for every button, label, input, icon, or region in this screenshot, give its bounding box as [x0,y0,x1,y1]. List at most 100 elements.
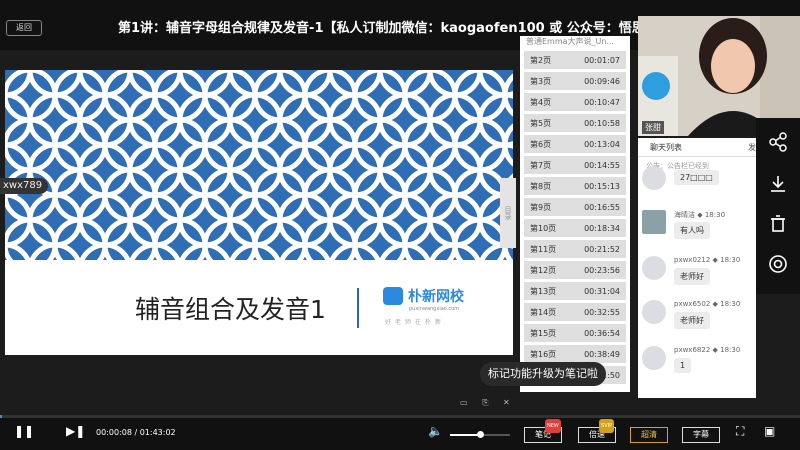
page-list-item[interactable]: 第10页 00:18:34 [524,219,626,237]
page-list-item[interactable]: 第5页 00:10:58 [524,114,626,132]
feature-tooltip: 标记功能升级为笔记啦 [480,362,606,386]
page-list-item[interactable]: 第13页 00:31:04 [524,282,626,300]
delete-icon[interactable] [768,214,788,234]
page-label: 第7页 [530,160,552,170]
video-title: 第1讲：辅音字母组合规律及发音-1【私人订制加微信：kaogaofen100 或… [118,21,708,36]
next-icon[interactable]: ▶❚ [66,424,85,438]
page-label: 第15页 [530,328,557,338]
page-list-item[interactable]: 第2页 00:01:07 [524,51,626,69]
subtitle-button[interactable]: 字幕 [682,427,720,443]
chat-username: pxwx6822 [674,346,711,354]
apple-icon: ◆ [710,346,721,354]
slide-divider [357,288,359,328]
page-label: 第9页 [530,202,552,212]
page-time: 00:10:47 [584,97,620,107]
apple-icon: ◆ [695,211,705,219]
page-list-item[interactable]: 第11页 00:21:52 [524,240,626,258]
current-time: 00:00:08 [96,428,132,437]
page-list-item[interactable]: 第12页 00:23:56 [524,261,626,279]
chat-text: 老师好 [674,268,710,285]
avatar [642,166,666,190]
side-toolbar [756,118,800,294]
logo-url: puxinwangxiao.com [409,306,460,312]
page-time: 00:18:34 [584,223,620,233]
page-list-item[interactable]: 第4页 00:10:47 [524,93,626,111]
chat-text: 27□□□ [674,170,719,185]
fullscreen-icon[interactable]: ⛶ [736,424,744,439]
page-time: 00:31:04 [584,286,620,296]
page-label: 第13页 [530,286,557,296]
chat-username: pxwx6502 [674,300,711,308]
volume-fill [450,434,480,436]
download-icon[interactable] [768,174,788,194]
apple-icon: ◆ [710,256,721,264]
chat-user: pxwx0212 ◆ 18:30 [674,256,740,264]
page-label: 第12页 [530,265,557,275]
note-button[interactable]: 笔记 NEW [524,419,562,443]
chat-user: 海晴洁 ◆ 18:30 [674,210,725,220]
page-time: 00:36:54 [584,328,620,338]
slide-mini-controls[interactable]: ▭ ⎘ ✕ [460,398,516,408]
page-label: 第4页 [530,97,552,107]
logo-name: 朴新网校 [408,289,464,305]
back-button[interactable]: 返回 [6,20,42,36]
page-list-item[interactable]: 第14页 00:32:55 [524,303,626,321]
slide-pattern [5,70,513,260]
page-time: 00:38:49 [584,349,620,359]
page-list-header: 普通Emma大声说_Un... [526,37,615,46]
chat-username: 海晴洁 [674,211,695,219]
page-label: 第6页 [530,139,552,149]
page-time: 00:15:13 [584,181,620,191]
volume-icon[interactable]: 🔈 [428,424,443,438]
page-time: 00:01:07 [584,55,620,65]
viewer-watermark-tag: xwx789 [0,178,48,194]
chat-panel: 聊天列表 发 公告：公告栏已经到 27□□□ 海晴洁 ◆ 18:30 有人吗 pxwx… [638,138,756,398]
tab-chat-list[interactable]: 聊天列表 [650,142,682,153]
chat-message: 海晴洁 ◆ 18:30 有人吗 [642,210,754,250]
apple-icon: ◆ [710,300,721,308]
page-list: 普通Emma大声说_Un... 第2页 00:01:07 第3页 00:09:46 第4… [520,36,630,392]
volume-knob[interactable] [477,431,484,438]
chat-time: 18:30 [720,300,741,308]
page-list-item[interactable]: 第16页 00:38:49 [524,345,626,363]
page-list-item[interactable]: 第7页 00:14:55 [524,156,626,174]
svip-badge: SVIP [599,419,615,433]
share-icon[interactable] [768,132,788,152]
volume-slider[interactable] [450,431,510,438]
avatar [642,300,666,324]
avatar [642,346,666,370]
chat-message: pxwx0212 ◆ 18:30 老师好 [642,256,754,296]
page-label: 第5页 [530,118,552,128]
page-label: 第10页 [530,223,557,233]
avatar [642,256,666,280]
teacher-name: 张甜 [642,121,664,134]
page-time: 00:16:55 [584,202,620,212]
page-time: 00:32:55 [584,307,620,317]
page-time: 00:09:46 [584,76,620,86]
page-list-item[interactable]: 第8页 00:15:13 [524,177,626,195]
catalog-toggle-tab[interactable]: 目录 [500,178,516,248]
tab-other[interactable]: 发 [748,142,756,153]
page-label: 第14页 [530,307,557,317]
page-list-item[interactable]: 第3页 00:09:46 [524,72,626,90]
chat-username: pxwx0212 [674,256,711,264]
player-controls: ❚❚ ▶❚ 00:00:08 / 01:43:02 🔈 笔记 NEW 倍速 SV… [0,418,800,450]
record-icon[interactable] [768,254,788,274]
chat-user: pxwx6822 ◆ 18:30 [674,346,740,354]
total-time: 01:43:02 [139,428,176,437]
speed-button[interactable]: 倍速 SVIP [578,419,616,443]
quality-button[interactable]: 超清 [630,427,668,443]
avatar [642,210,666,234]
page-label: 第11页 [530,244,557,254]
screen-mode-icon[interactable]: ▣ [764,424,775,438]
page-time: 00:14:55 [584,160,620,170]
page-list-item[interactable]: 第6页 00:13:04 [524,135,626,153]
chat-time: 18:30 [720,256,741,264]
pause-icon[interactable]: ❚❚ [14,424,34,438]
logo-slogan: 好老师在朴新 [385,319,446,326]
page-list-item[interactable]: 第9页 00:16:55 [524,198,626,216]
page-label: 第3页 [530,76,552,86]
chat-text: 有人吗 [674,222,710,239]
chat-message: pxwx6822 ◆ 18:30 1 [642,346,754,386]
page-list-item[interactable]: 第15页 00:36:54 [524,324,626,342]
